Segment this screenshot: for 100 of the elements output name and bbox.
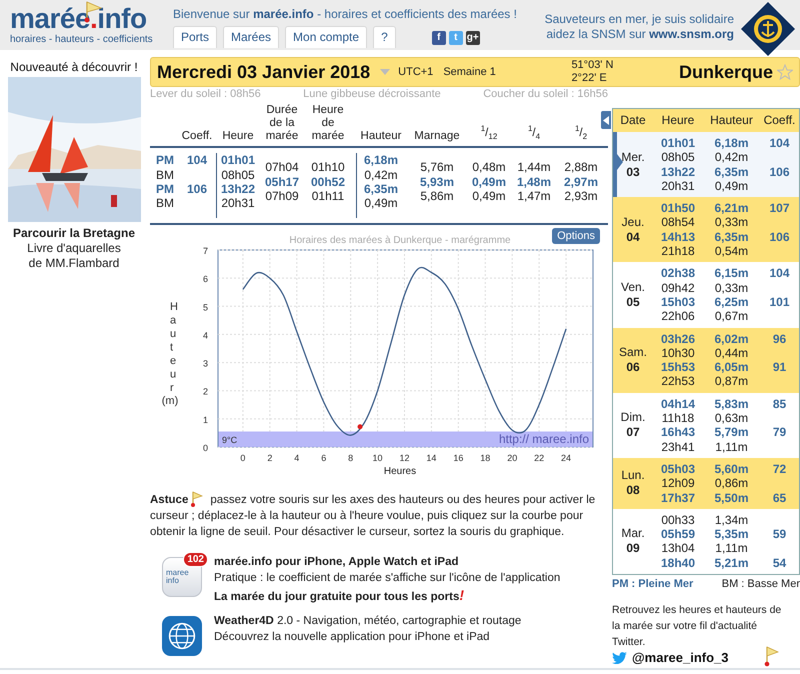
- collapse-button[interactable]: [601, 111, 611, 129]
- table-cell-text: 0,63m: [714, 411, 750, 426]
- table-cell-text: 15h03: [660, 294, 696, 310]
- anchor-badge-icon[interactable]: [740, 1, 796, 57]
- table-cell-text: 0,33m: [714, 215, 750, 230]
- table-cell-text: 15h53: [660, 360, 696, 374]
- table-cell-text: 1,48m: [516, 174, 552, 189]
- table-cell-text: 6,18m: [362, 153, 400, 168]
- table-cell-text: 0,42m: [363, 168, 399, 182]
- table-cell-text: 21h18: [660, 244, 696, 258]
- app-title[interactable]: Weather4D 2.0 - Navigation, météo, cartographie et routage: [214, 614, 522, 627]
- table-cell-text: 18h40: [660, 556, 696, 570]
- table-cell-text: 6,05m: [713, 360, 750, 374]
- table-cell-text: 6,02m: [713, 332, 750, 346]
- table-cell-text: 6,35m: [713, 164, 750, 179]
- y-tick-label: 0: [202, 442, 208, 453]
- tip-text: passez votre souris sur les axes des hauteurs ou des heures pour activer le: [210, 492, 596, 508]
- column-header: Durée de la marée: [264, 104, 300, 143]
- column-header: Marnage: [413, 130, 461, 143]
- table-cell-text: 5,21m: [713, 556, 750, 570]
- table-cell-text: 0,67m: [714, 309, 750, 324]
- table-cell-text: 0,33m: [714, 280, 750, 295]
- table-cell-text: 2,97m: [562, 174, 600, 189]
- weekday-label: Ven.: [620, 280, 646, 295]
- table-cell-text: 5,79m: [713, 425, 750, 440]
- longitude-text: 2°22' E: [571, 72, 608, 85]
- table-cell-text: 106: [768, 164, 791, 179]
- table-cell-text: 104: [768, 136, 791, 150]
- day-row[interactable]: Jeu. 04 01h50 6,21m 107 08h54 0,33m 14h13 6,35m 106 21h18 0,54m: [613, 197, 799, 262]
- day-number: 04: [626, 230, 640, 245]
- table-cell-text: 02h38: [660, 266, 696, 281]
- table-cell-text: 00h52: [310, 174, 346, 189]
- y-axis-label: Hauteur: [170, 300, 178, 394]
- snsm-link[interactable]: www.snsm.org: [649, 27, 734, 41]
- column-header: Coeff.: [762, 113, 796, 127]
- nav-tab[interactable]: Ports: [173, 26, 218, 48]
- table-cell-text: 1,11m: [714, 541, 749, 556]
- app-title[interactable]: marée.info pour iPhone, Apple Watch et iPad: [214, 556, 459, 568]
- legend-text: BM : Basse Mer: [722, 578, 800, 590]
- table-cell-text: 1,44m: [516, 160, 552, 174]
- column-header: Date: [619, 113, 647, 127]
- column-header: Hauteur: [709, 113, 754, 127]
- table-cell-text: 0,44m: [714, 346, 750, 360]
- table-cell-text: 13h04: [660, 541, 696, 556]
- day-number: 03: [626, 164, 640, 180]
- social-share-button[interactable]: f: [432, 31, 446, 45]
- table-cell-text: 22h53: [660, 374, 696, 389]
- flag-icon: [190, 490, 204, 508]
- table-cell-text: 17h37: [660, 490, 696, 505]
- table-cell-text: 08h05: [220, 168, 256, 182]
- day-row[interactable]: Sam. 06 03h26 6,02m 96 10h30 0,44m 15h53 6,05m 91 22h53 0,87m: [613, 328, 799, 393]
- column-header: $^{1}$/$_{12}$: [480, 122, 498, 143]
- site-logo[interactable]: marée.info: [10, 5, 147, 33]
- chart-credit: http:// maree.info: [498, 432, 589, 446]
- table-cell-text: 59: [772, 527, 788, 542]
- tide-type: BM: [155, 196, 175, 210]
- star-icon[interactable]: [776, 64, 793, 80]
- table-cell-text: 00h33: [660, 512, 696, 528]
- table-cell-text: 107: [768, 201, 791, 216]
- day-row[interactable]: Lun. 08 05h03 5,60m 72 12h09 0,86m 17h37 5,50m 65: [613, 458, 799, 509]
- table-cell-text: 96: [772, 332, 788, 346]
- twitter-handle-link[interactable]: @maree_info_3: [632, 650, 728, 666]
- y-tick-label: 6: [202, 274, 208, 284]
- table-cell-text: 01h50: [660, 201, 696, 216]
- table-cell-text: 11h18: [660, 411, 696, 426]
- nav-tab[interactable]: ?: [373, 26, 396, 48]
- y-tick-label: 1: [202, 414, 208, 425]
- table-cell-text: 12h09: [660, 476, 696, 491]
- globe-app-icon[interactable]: [162, 616, 202, 656]
- timezone-label: UTC+1: [398, 66, 434, 78]
- caret-icon: [603, 116, 609, 124]
- pointer-icon: [617, 154, 624, 170]
- x-tick-label: 18: [480, 452, 490, 463]
- options-button[interactable]: Options: [552, 228, 600, 244]
- table-cell-text: 08h54: [660, 215, 696, 230]
- nav-tab[interactable]: Marées: [223, 26, 280, 48]
- table-cell-text: 91: [772, 360, 788, 374]
- promo-title: Nouveauté à découvrir !: [9, 60, 139, 74]
- day-row[interactable]: Mer. 03 01h01 6,18m 104 08h05 0,42m 13h22 6,35m 106 20h31 0,49m: [613, 132, 799, 198]
- x-tick-label: 22: [534, 452, 544, 463]
- x-tick-label: 6: [321, 452, 326, 463]
- nav-tab[interactable]: Mon compte: [285, 26, 368, 48]
- table-cell-text: 20h31: [660, 178, 696, 194]
- table-cell-text: 5,50m: [713, 490, 750, 505]
- column-header: Coeff.: [180, 130, 214, 143]
- table-cell-text: 05h03: [660, 462, 696, 476]
- day-number: 06: [626, 360, 640, 376]
- y-tick-label: 5: [202, 302, 208, 312]
- week-label: Semaine 1: [443, 66, 496, 78]
- table-cell-text: 2,88m: [563, 160, 599, 174]
- book-title[interactable]: Parcourir la Bretagne: [0, 226, 148, 240]
- chart-title: Horaires des marées à Dunkerque - marégramme: [289, 234, 511, 246]
- welcome-text: Bienvenue sur marée.info - horaires et coefficients des marées !: [173, 7, 517, 21]
- table-cell-text: 79: [772, 425, 788, 440]
- table-cell-text: 01h11: [310, 189, 346, 204]
- port-name: Dunkerque: [678, 62, 773, 82]
- table-cell-text: 0,87m: [714, 374, 750, 389]
- legend-text: PM : Pleine Mer: [612, 578, 694, 590]
- table-cell-text: 01h01: [220, 153, 256, 168]
- social-share-button[interactable]: g+: [466, 31, 480, 45]
